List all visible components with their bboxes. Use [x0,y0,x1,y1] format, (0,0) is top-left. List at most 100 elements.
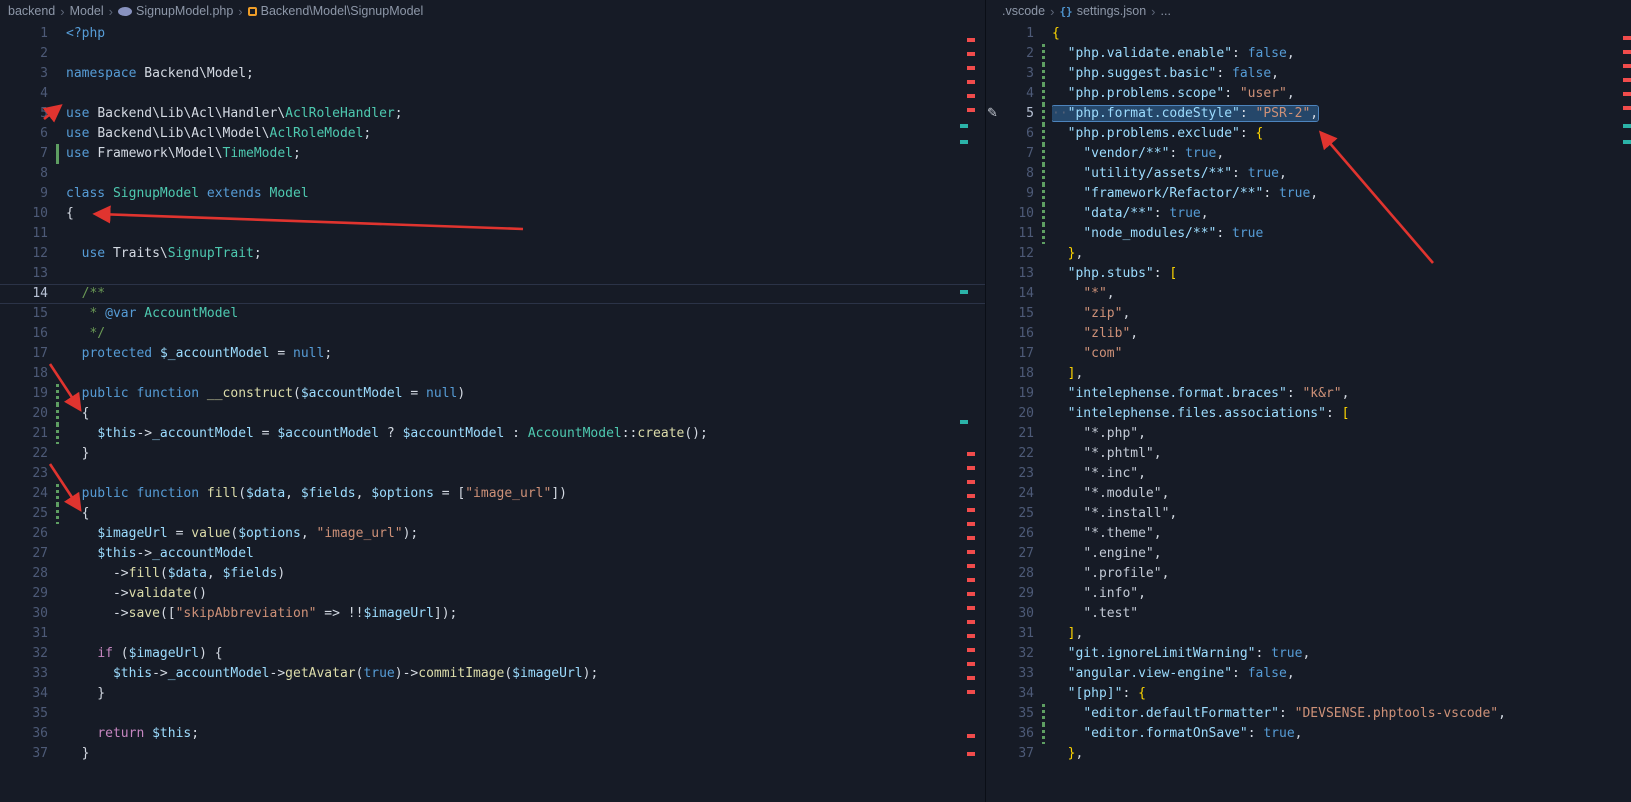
breadcrumb-item-backend[interactable]: backend [8,4,55,18]
line-number[interactable]: 25 [1002,504,1034,524]
code-line[interactable]: 24 public function fill($data, $fields, … [0,484,985,504]
breadcrumb-item-symbol-path[interactable]: Backend\Model\SignupModel [248,4,424,18]
code-line[interactable]: 15 "zip", [986,304,1631,324]
code-line[interactable]: 9 "framework/Refactor/**": true, [986,184,1631,204]
code-line[interactable]: 19 public function __construct($accountM… [0,384,985,404]
line-number[interactable]: 20 [16,404,48,424]
breadcrumb-item-ellipsis[interactable]: ... [1161,4,1171,18]
code-line[interactable]: 23 [0,464,985,484]
breadcrumb-item-settings-json[interactable]: {}settings.json [1059,4,1146,18]
code-line[interactable]: 19 "intelephense.format.braces": "k&r", [986,384,1631,404]
code-line[interactable]: 7 "vendor/**": true, [986,144,1631,164]
line-number[interactable]: 3 [1002,64,1034,84]
code-line[interactable]: 20 "intelephense.files.associations": [ [986,404,1631,424]
code-line[interactable]: 28 ".profile", [986,564,1631,584]
code-line[interactable]: 29 ".info", [986,584,1631,604]
code-line[interactable]: 8 [0,164,985,184]
code-line[interactable]: 2 "php.validate.enable": false, [986,44,1631,64]
code-line[interactable]: 24 "*.module", [986,484,1631,504]
code-line[interactable]: 13 [0,264,985,284]
code-line[interactable]: 20 { [0,404,985,424]
line-number[interactable]: 30 [1002,604,1034,624]
line-number[interactable]: 7 [1002,144,1034,164]
line-number[interactable]: 21 [16,424,48,444]
line-number[interactable]: 11 [16,224,48,244]
overview-ruler-left[interactable] [960,0,975,802]
line-number[interactable]: 16 [1002,324,1034,344]
line-number[interactable]: 26 [1002,524,1034,544]
line-number[interactable]: 18 [1002,364,1034,384]
code-line[interactable]: 33 $this->_accountModel->getAvatar(true)… [0,664,985,684]
code-line[interactable]: 25 { [0,504,985,524]
line-number[interactable]: 23 [16,464,48,484]
code-line[interactable]: 12 use Traits\SignupTrait; [0,244,985,264]
code-line[interactable]: 11 "node_modules/**": true [986,224,1631,244]
line-number[interactable]: 13 [16,264,48,284]
code-line[interactable]: 36 return $this; [0,724,985,744]
breadcrumb-item-signupmodel-php[interactable]: SignupModel.php [118,4,233,18]
code-line[interactable]: 1<?php [0,24,985,44]
code-line[interactable]: 18 ], [986,364,1631,384]
line-number[interactable]: 18 [16,364,48,384]
code-line[interactable]: 36 "editor.formatOnSave": true, [986,724,1631,744]
line-number[interactable]: 5 [1002,104,1034,124]
edit-pencil-icon[interactable]: ✎ [987,104,998,124]
line-number[interactable]: 30 [16,604,48,624]
line-number[interactable]: 25 [16,504,48,524]
code-line[interactable]: 18 [0,364,985,384]
code-line[interactable]: 2 [0,44,985,64]
line-number[interactable]: 3 [16,64,48,84]
line-number[interactable]: 27 [16,544,48,564]
line-number[interactable]: 35 [1002,704,1034,724]
overview-ruler-right[interactable] [1623,0,1631,802]
line-number[interactable]: 26 [16,524,48,544]
code-line[interactable]: 27 ".engine", [986,544,1631,564]
code-line[interactable]: 10 "data/**": true, [986,204,1631,224]
code-line[interactable]: ✎5··"php.format.codeStyle": "PSR-2", [986,104,1631,124]
line-number[interactable]: 1 [1002,24,1034,44]
code-line[interactable]: 25 "*.install", [986,504,1631,524]
code-line[interactable]: 11 [0,224,985,244]
line-number[interactable]: 34 [16,684,48,704]
line-number[interactable]: 9 [1002,184,1034,204]
code-line[interactable]: 35 [0,704,985,724]
code-line[interactable]: 17 protected $_accountModel = null; [0,344,985,364]
code-line[interactable]: 4 "php.problems.scope": "user", [986,84,1631,104]
code-line[interactable]: 30 ->save(["skipAbbreviation" => !!$imag… [0,604,985,624]
code-line[interactable]: 13 "php.stubs": [ [986,264,1631,284]
code-line[interactable]: 21 "*.php", [986,424,1631,444]
line-number[interactable]: 17 [1002,344,1034,364]
line-number[interactable]: 4 [1002,84,1034,104]
line-number[interactable]: 27 [1002,544,1034,564]
code-line[interactable]: 3 "php.suggest.basic": false, [986,64,1631,84]
line-number[interactable]: 16 [16,324,48,344]
code-line[interactable]: 27 $this->_accountModel [0,544,985,564]
code-line[interactable]: 16 "zlib", [986,324,1631,344]
code-line[interactable]: 37 }, [986,744,1631,764]
code-line[interactable]: 29 ->validate() [0,584,985,604]
code-line[interactable]: 33 "angular.view-engine": false, [986,664,1631,684]
line-number[interactable]: 32 [1002,644,1034,664]
code-line[interactable]: 4 [0,84,985,104]
line-number[interactable]: 24 [16,484,48,504]
line-number[interactable]: 29 [1002,584,1034,604]
code-line[interactable]: 8 "utility/assets/**": true, [986,164,1631,184]
code-line[interactable]: 9class SignupModel extends Model [0,184,985,204]
code-line[interactable]: 32 "git.ignoreLimitWarning": true, [986,644,1631,664]
line-number[interactable]: 8 [16,164,48,184]
line-number[interactable]: 14 [16,284,48,304]
line-number[interactable]: 15 [1002,304,1034,324]
line-number[interactable]: 12 [16,244,48,264]
breadcrumb-item-vscode[interactable]: .vscode [1002,4,1045,18]
code-line[interactable]: 30 ".test" [986,604,1631,624]
line-number[interactable]: 10 [16,204,48,224]
line-number[interactable]: 31 [16,624,48,644]
code-line[interactable]: 14 "*", [986,284,1631,304]
line-number[interactable]: 13 [1002,264,1034,284]
line-number[interactable]: 33 [16,664,48,684]
line-number[interactable]: 17 [16,344,48,364]
line-number[interactable]: 15 [16,304,48,324]
code-line[interactable]: 31 [0,624,985,644]
code-line[interactable]: 6 "php.problems.exclude": { [986,124,1631,144]
line-number[interactable]: 22 [1002,444,1034,464]
